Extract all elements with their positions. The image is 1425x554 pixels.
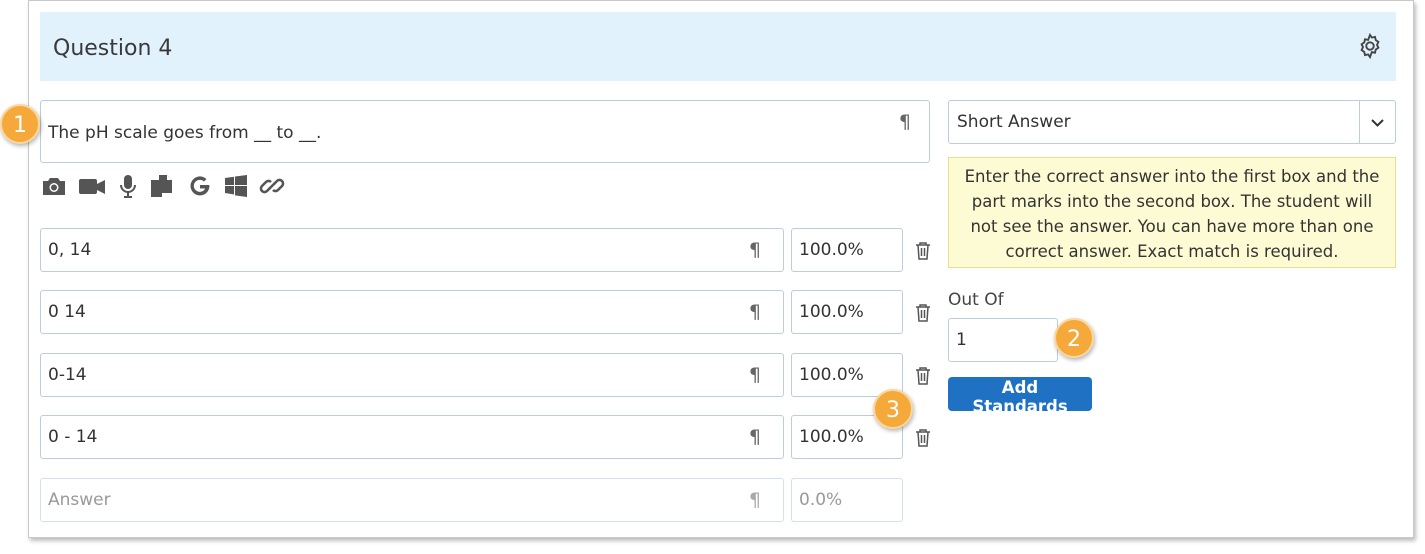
add-standards-button[interactable]: Add Standards	[948, 377, 1092, 416]
answer-marks-1[interactable]: 100.0%	[791, 228, 903, 272]
out-of-label: Out Of	[948, 290, 1004, 310]
answer-field-2[interactable]: 0 14 ¶	[40, 290, 784, 334]
marks-text: 100.0%	[799, 240, 864, 260]
dropdown-toggle[interactable]	[1359, 101, 1395, 143]
question-type-select[interactable]: Short Answer	[948, 100, 1396, 144]
paragraph-icon[interactable]: ¶	[749, 239, 761, 261]
answer-text: 0 - 14	[48, 427, 98, 447]
gear-icon[interactable]	[1356, 32, 1384, 60]
paragraph-icon[interactable]: ¶	[899, 111, 911, 133]
new-answer-marks[interactable]: 0.0%	[791, 478, 903, 522]
answer-text: 0, 14	[48, 240, 92, 260]
out-of-input[interactable]: 1	[948, 318, 1058, 362]
instructions-note: Enter the correct answer into the first …	[948, 157, 1396, 268]
paragraph-icon[interactable]: ¶	[749, 301, 761, 323]
answer-marks-2[interactable]: 100.0%	[791, 290, 903, 334]
video-icon[interactable]	[78, 172, 106, 200]
copy-icon[interactable]	[148, 172, 176, 200]
question-prompt-text: The pH scale goes from __ to __.	[48, 123, 322, 143]
trash-icon[interactable]	[914, 241, 932, 261]
new-marks-placeholder: 0.0%	[799, 490, 843, 510]
trash-icon[interactable]	[914, 303, 932, 323]
out-of-value: 1	[956, 330, 967, 350]
question-header: Question 4	[40, 12, 1396, 81]
answer-field-4[interactable]: 0 - 14 ¶	[40, 415, 784, 459]
marks-text: 100.0%	[799, 365, 864, 385]
marks-text: 100.0%	[799, 427, 864, 447]
answer-field-1[interactable]: 0, 14 ¶	[40, 228, 784, 272]
answer-text: 0 14	[48, 302, 86, 322]
trash-icon[interactable]	[914, 428, 932, 448]
link-icon[interactable]	[258, 172, 286, 200]
google-icon[interactable]	[186, 172, 214, 200]
answer-field-3[interactable]: 0-14 ¶	[40, 353, 784, 397]
trash-icon[interactable]	[914, 366, 932, 386]
question-prompt-field[interactable]: The pH scale goes from __ to __. ¶	[40, 100, 930, 163]
windows-icon[interactable]	[222, 172, 250, 200]
new-answer-field[interactable]: Answer ¶	[40, 478, 784, 522]
paragraph-icon[interactable]: ¶	[749, 426, 761, 448]
callout-marker-2: 2	[1054, 318, 1094, 358]
new-answer-placeholder: Answer	[48, 490, 111, 510]
marks-text: 100.0%	[799, 302, 864, 322]
chevron-down-icon	[1371, 119, 1384, 127]
camera-icon[interactable]	[40, 172, 68, 200]
callout-marker-3: 3	[873, 389, 913, 429]
paragraph-icon[interactable]: ¶	[749, 489, 761, 511]
callout-marker-1: 1	[0, 104, 40, 144]
answer-text: 0-14	[48, 365, 87, 385]
question-title: Question 4	[53, 36, 173, 61]
paragraph-icon[interactable]: ¶	[749, 364, 761, 386]
question-type-value: Short Answer	[957, 112, 1071, 132]
microphone-icon[interactable]	[114, 172, 142, 200]
